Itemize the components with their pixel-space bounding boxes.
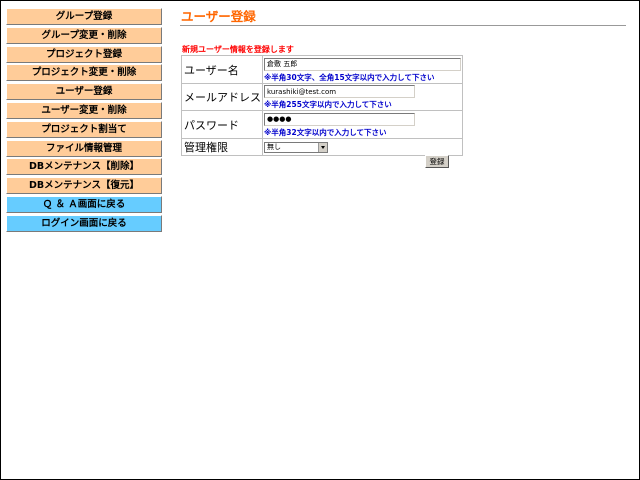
role-select[interactable]: 無し bbox=[264, 141, 328, 153]
title-divider bbox=[180, 25, 626, 26]
email-label: メールアドレス bbox=[181, 83, 263, 111]
page-title: ユーザー登録 bbox=[181, 9, 256, 24]
sidebar-item-db-restore[interactable]: DBメンテナンス【復元】 bbox=[6, 177, 162, 195]
role-label: 管理権限 bbox=[181, 138, 263, 156]
chevron-down-icon[interactable] bbox=[318, 142, 327, 152]
sidebar-item-db-delete[interactable]: DBメンテナンス【削除】 bbox=[6, 158, 162, 176]
sidebar-item-file-info[interactable]: ファイル情報管理 bbox=[6, 139, 162, 157]
form-notice: 新規ユーザー情報を登録します bbox=[182, 45, 294, 54]
email-hint: ※半角255文字以内で入力して下さい bbox=[264, 100, 392, 109]
sidebar-item-group-register[interactable]: グループ登録 bbox=[6, 8, 162, 25]
username-label: ユーザー名 bbox=[181, 55, 263, 84]
username-hint: ※半角30文字、全角15文字以内で入力して下さい bbox=[264, 72, 435, 82]
role-select-value: 無し bbox=[267, 142, 281, 151]
register-button[interactable]: 登録 bbox=[425, 155, 449, 168]
sidebar-item-project-assign[interactable]: プロジェクト割当て bbox=[6, 120, 162, 138]
email-input[interactable] bbox=[264, 85, 415, 98]
form-row-email: メールアドレス ※半角255文字以内で入力して下さい bbox=[181, 83, 463, 111]
form-row-role: 管理権限 無し bbox=[181, 138, 463, 156]
sidebar-menu: グループ登録 グループ変更・削除 プロジェクト登録 プロジェクト変更・削除 ユー… bbox=[6, 8, 162, 234]
sidebar-item-back-to-login[interactable]: ログイン画面に戻る bbox=[6, 214, 162, 232]
password-hint: ※半角32文字以内で入力して下さい bbox=[264, 127, 387, 137]
username-input[interactable] bbox=[264, 57, 461, 71]
username-cell: ※半角30文字、全角15文字以内で入力して下さい bbox=[262, 55, 463, 84]
password-input[interactable] bbox=[264, 112, 415, 126]
password-cell: ※半角32文字以内で入力して下さい bbox=[262, 110, 463, 139]
sidebar-item-user-edit-delete[interactable]: ユーザー変更・削除 bbox=[6, 101, 162, 119]
sidebar-item-group-edit-delete[interactable]: グループ変更・削除 bbox=[6, 26, 162, 44]
email-cell: ※半角255文字以内で入力して下さい bbox=[262, 83, 463, 111]
role-cell: 無し bbox=[262, 138, 463, 156]
form-row-password: パスワード ※半角32文字以内で入力して下さい bbox=[181, 110, 463, 139]
form-row-username: ユーザー名 ※半角30文字、全角15文字以内で入力して下さい bbox=[181, 55, 463, 84]
password-label: パスワード bbox=[181, 110, 263, 139]
sidebar-item-project-register[interactable]: プロジェクト登録 bbox=[6, 45, 162, 63]
sidebar-item-user-register[interactable]: ユーザー登録 bbox=[6, 83, 162, 101]
sidebar-item-project-edit-delete[interactable]: プロジェクト変更・削除 bbox=[6, 64, 162, 82]
sidebar-item-back-to-qa[interactable]: Ｑ ＆ Ａ画面に戻る bbox=[6, 195, 162, 213]
user-register-form: ユーザー名 ※半角30文字、全角15文字以内で入力して下さい メールアドレス ※… bbox=[181, 55, 463, 156]
